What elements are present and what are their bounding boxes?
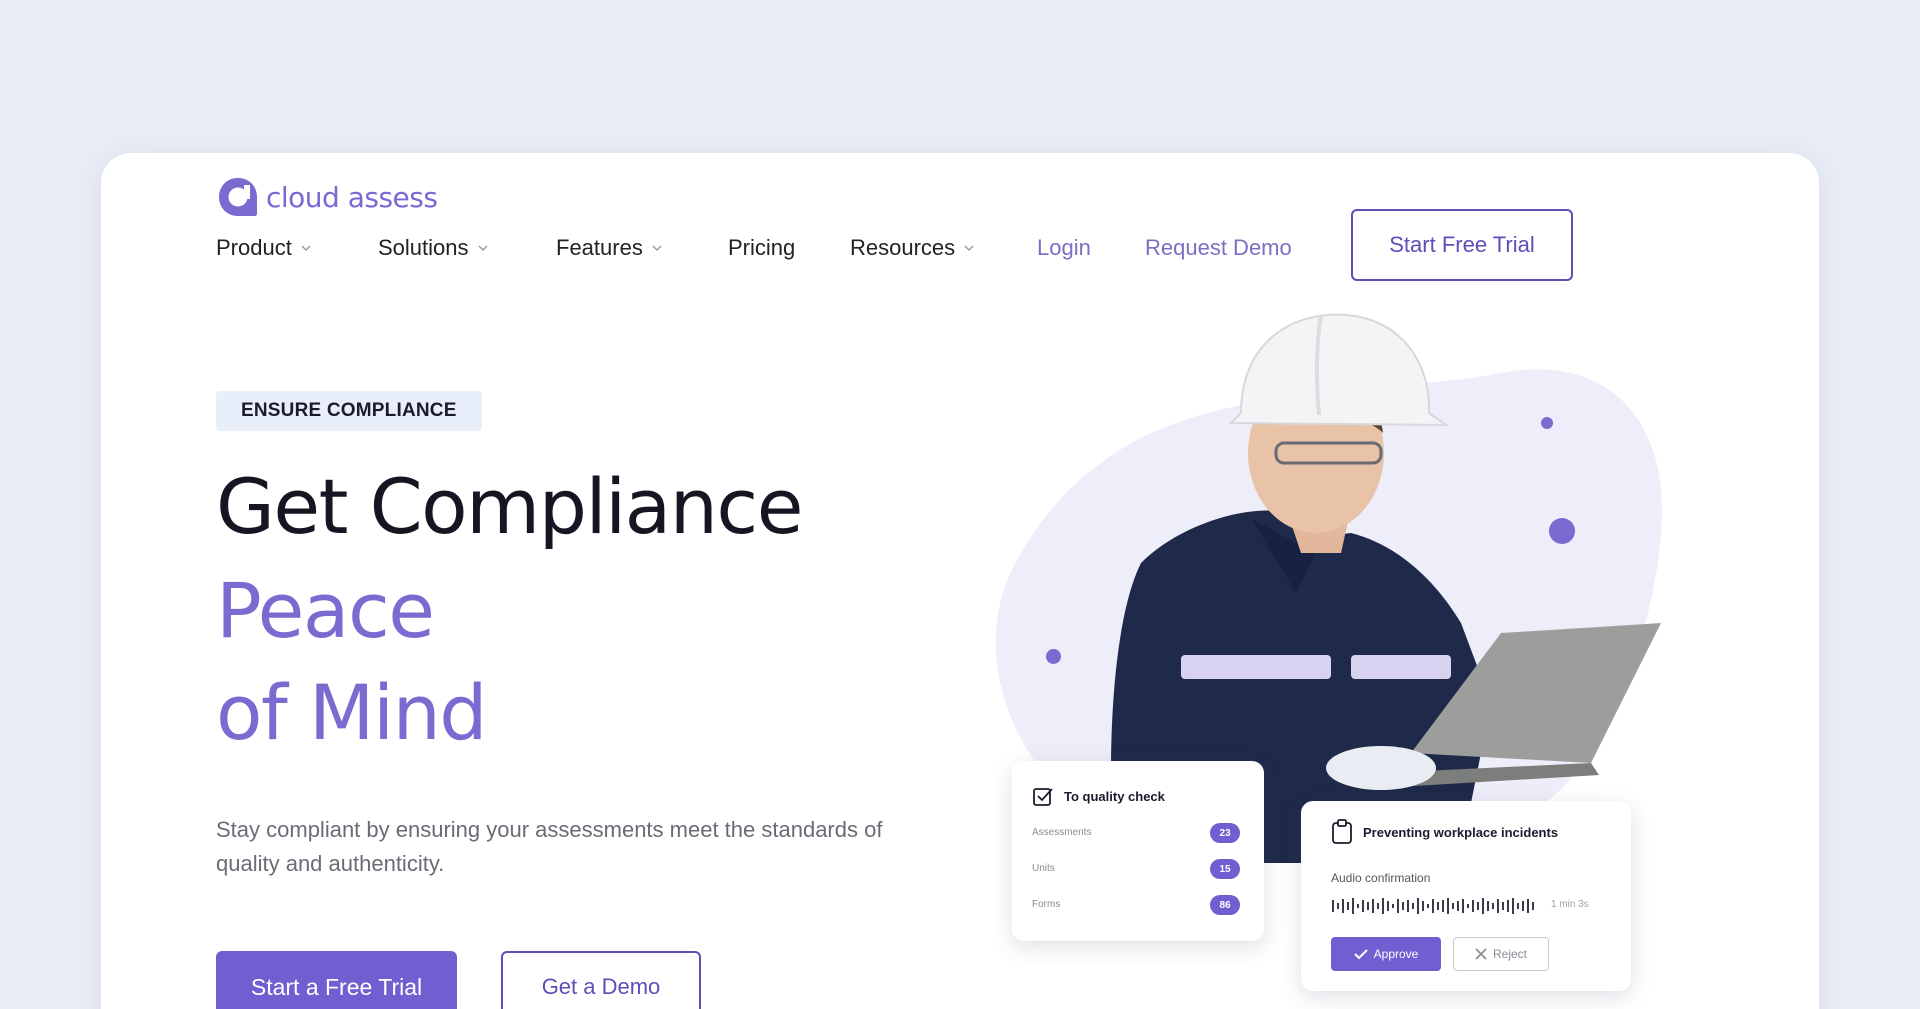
approve-label: Approve — [1373, 947, 1419, 961]
audio-waveform-icon[interactable] — [1331, 896, 1541, 916]
nav-item-label: Resources — [850, 235, 956, 260]
row-label: Forms — [1032, 899, 1061, 910]
audio-duration: 1 min 3s — [1551, 899, 1589, 910]
check-icon — [1353, 949, 1368, 960]
incident-title: Preventing workplace incidents — [1363, 824, 1559, 840]
hero-title-accent-line2: of Mind — [216, 668, 488, 757]
chevron-down-icon — [301, 245, 311, 251]
incident-card: Preventing workplace incidents Audio con… — [1301, 801, 1631, 991]
close-icon — [1475, 948, 1487, 960]
cloud-assess-logo-icon — [219, 178, 257, 216]
reject-label: Reject — [1492, 947, 1527, 961]
incident-header: Preventing workplace incidents — [1331, 819, 1558, 845]
nav-item-label: Product — [216, 235, 292, 260]
reject-button[interactable]: Reject — [1453, 937, 1549, 971]
nav-item-label: Features — [556, 235, 643, 260]
landing-page-card: cloud assess Product Solutions Features … — [101, 153, 1819, 1009]
nav-item-resources[interactable]: Resources — [850, 235, 975, 261]
quality-check-card: To quality check Assessments 23 Units 15… — [1012, 761, 1264, 941]
start-a-free-trial-button[interactable]: Start a Free Trial — [216, 951, 457, 1009]
hero-title: Get Compliance — [216, 462, 803, 551]
nav-item-label: Solutions — [378, 235, 469, 260]
approve-button[interactable]: Approve — [1331, 937, 1441, 971]
nav-item-features[interactable]: Features — [556, 235, 663, 261]
start-free-trial-button[interactable]: Start Free Trial — [1351, 209, 1573, 281]
nav-item-pricing[interactable]: Pricing — [728, 235, 795, 261]
row-label: Units — [1032, 863, 1055, 874]
section-tag: ENSURE COMPLIANCE — [216, 391, 482, 431]
hero-subtitle: Stay compliant by ensuring your assessme… — [216, 817, 883, 876]
get-a-demo-button[interactable]: Get a Demo — [501, 951, 701, 1009]
clipboard-icon — [1332, 819, 1352, 844]
nav-item-solutions[interactable]: Solutions — [378, 235, 489, 261]
request-demo-link[interactable]: Request Demo — [1145, 235, 1292, 261]
brand-name: cloud assess — [266, 180, 438, 214]
count-badge: 15 — [1210, 859, 1240, 879]
brand-logo[interactable]: cloud assess — [216, 175, 438, 219]
nav-item-label: Pricing — [728, 235, 796, 260]
quality-check-header: To quality check — [1032, 785, 1165, 807]
login-link[interactable]: Login — [1037, 235, 1091, 261]
count-badge: 23 — [1210, 823, 1240, 843]
chevron-down-icon — [652, 245, 662, 251]
checkbox-check-icon — [1033, 788, 1053, 806]
audio-label: Audio confirmation — [1331, 871, 1431, 885]
hero-title-accent-line1: Peace — [216, 566, 435, 655]
chevron-down-icon — [478, 245, 488, 251]
nav-item-product[interactable]: Product — [216, 235, 312, 261]
count-badge: 86 — [1210, 895, 1240, 915]
quality-check-title: To quality check — [1064, 788, 1165, 804]
row-label: Assessments — [1032, 827, 1092, 838]
chevron-down-icon — [964, 245, 974, 251]
